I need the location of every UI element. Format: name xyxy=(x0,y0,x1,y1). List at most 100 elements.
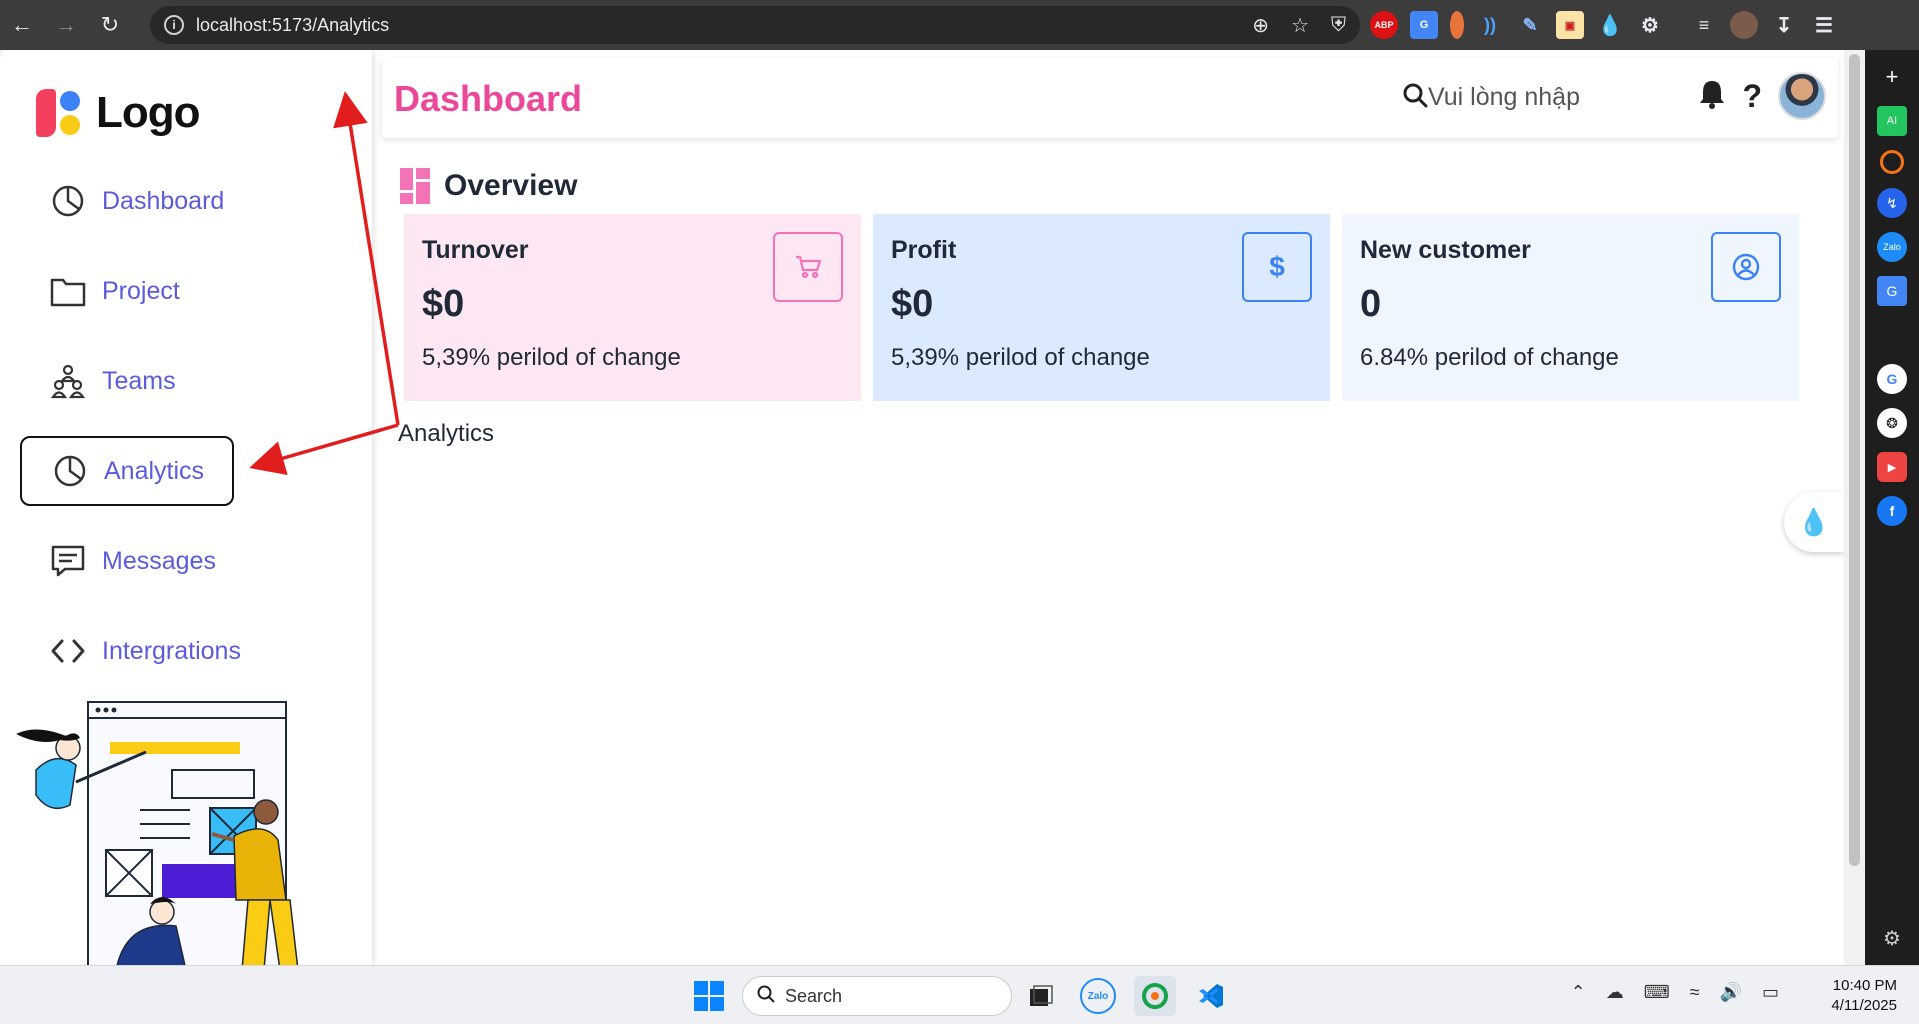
google-icon[interactable]: G xyxy=(1877,364,1907,394)
page-title: Dashboard xyxy=(394,78,583,119)
dashboard-grid-icon xyxy=(400,168,430,204)
extensions-puzzle-icon[interactable]: ⚙ xyxy=(1636,11,1664,39)
audio-extension-icon[interactable]: )) xyxy=(1476,11,1504,39)
wifi-icon[interactable]: ≈ xyxy=(1690,982,1700,1003)
water-drop-icon: 💧 xyxy=(1797,506,1831,537)
battery-icon[interactable]: ▭ xyxy=(1762,982,1779,1003)
search-box[interactable] xyxy=(1402,82,1648,113)
gear-icon[interactable]: ⚙ xyxy=(1877,923,1907,953)
pie-chart-icon xyxy=(50,183,86,219)
logo[interactable]: Logo xyxy=(36,88,201,138)
card-change: 5,39% perilod of change xyxy=(891,344,1150,371)
stat-cards: Turnover $0 5,39% perilod of change Prof… xyxy=(404,214,1799,401)
stat-card-new-customer: New customer 0 6.84% perilod of change xyxy=(1342,214,1799,401)
floating-assistant-button[interactable]: 💧 xyxy=(1784,492,1844,552)
sidebar-item-label: Intergrations xyxy=(102,636,241,665)
avatar[interactable] xyxy=(1778,72,1826,120)
sidebar-item-dashboard[interactable]: Dashboard xyxy=(20,166,234,236)
task-view-icon[interactable] xyxy=(1020,976,1062,1016)
add-icon[interactable]: + xyxy=(1877,62,1907,92)
page-scrollbar[interactable] xyxy=(1844,50,1865,965)
logo-text: Logo xyxy=(96,88,201,137)
dollar-icon[interactable]: $ xyxy=(1242,232,1312,302)
sidebar-item-label: Analytics xyxy=(104,456,205,485)
vscode-app-icon[interactable] xyxy=(1190,976,1232,1016)
analytics-section-label: Analytics xyxy=(398,420,495,447)
bell-icon[interactable] xyxy=(1698,79,1726,114)
chevron-up-icon[interactable]: ⌃ xyxy=(1571,982,1586,1003)
stat-card-turnover: Turnover $0 5,39% perilod of change xyxy=(404,214,861,401)
taskbar-search-label: Search xyxy=(785,985,843,1006)
help-icon[interactable]: ? xyxy=(1742,78,1762,115)
scrollbar-thumb[interactable] xyxy=(1849,54,1860,866)
sidebar-item-label: Dashboard xyxy=(102,186,225,215)
keyboard-icon[interactable]: ⌨ xyxy=(1644,982,1670,1003)
browser-side-panel: + AI ↯ Zalo G G ❂ ▶ f ⚙ xyxy=(1865,50,1919,965)
forward-icon[interactable]: → xyxy=(44,0,88,50)
search-input[interactable] xyxy=(1428,83,1648,112)
windows-taskbar: Search Zalo ⌃ ☁ ⌨ ≈ 🔊 ▭ 10:40 PM 4/11/20… xyxy=(0,965,1919,1024)
onedrive-icon[interactable]: ☁ xyxy=(1606,982,1624,1003)
zalo-app-icon[interactable]: Zalo xyxy=(1080,978,1116,1014)
user-circle-icon[interactable] xyxy=(1711,232,1781,302)
sidebar-item-label: Messages xyxy=(102,546,216,575)
overview-heading: Overview xyxy=(400,168,577,204)
team-icon xyxy=(50,363,86,399)
windows-start-icon[interactable] xyxy=(694,981,724,1011)
messenger-icon[interactable]: ↯ xyxy=(1877,188,1907,218)
translate-icon[interactable]: G xyxy=(1877,276,1907,306)
coccoc-app-icon[interactable] xyxy=(1134,976,1176,1016)
back-icon[interactable]: ← xyxy=(0,0,44,50)
blank-slot-icon xyxy=(1877,320,1907,350)
orange-target-icon[interactable] xyxy=(1880,150,1904,174)
sidebar-item-label: Teams xyxy=(102,366,176,395)
adblock-extension-icon[interactable]: ABP xyxy=(1370,11,1398,39)
sidebar: Logo Dashboard Project Teams Analytics M… xyxy=(0,50,372,965)
sidebar-item-teams[interactable]: Teams xyxy=(20,346,234,416)
stat-card-profit: Profit $0 5,39% perilod of change $ xyxy=(873,214,1330,401)
sidebar-item-messages[interactable]: Messages xyxy=(20,526,234,596)
clock-date: 4/11/2025 xyxy=(1831,997,1897,1014)
taskbar-search[interactable]: Search xyxy=(742,976,1012,1016)
eyedropper-extension-icon[interactable]: ✎ xyxy=(1516,11,1544,39)
sidebar-item-analytics[interactable]: Analytics xyxy=(20,436,234,506)
ai-chat-icon[interactable]: AI xyxy=(1877,106,1907,136)
logo-mark-icon xyxy=(36,89,84,137)
clock-time: 10:40 PM xyxy=(1832,977,1897,994)
sidebar-item-project[interactable]: Project xyxy=(20,256,234,326)
notes-extension-icon[interactable]: ▣ xyxy=(1556,11,1584,39)
taskbar-clock[interactable]: 10:40 PM 4/11/2025 xyxy=(1831,976,1897,1016)
capsule-extension-icon[interactable] xyxy=(1450,11,1464,39)
volume-icon[interactable]: 🔊 xyxy=(1720,982,1742,1003)
zoom-icon[interactable]: ⊕ xyxy=(1252,13,1269,38)
drop-extension-icon[interactable]: 💧 xyxy=(1596,11,1624,39)
site-info-icon[interactable]: i xyxy=(164,15,184,35)
system-tray: ⌃ ☁ ⌨ ≈ 🔊 ▭ xyxy=(1571,982,1779,1003)
sidebar-item-intergrations[interactable]: Intergrations xyxy=(20,616,241,686)
main-content: Dashboard ? Overview xyxy=(372,50,1844,965)
facebook-icon[interactable]: f xyxy=(1877,496,1907,526)
browser-toolbar: ← → ↻ i localhost:5173/Analytics ⊕ ☆ ⛨ A… xyxy=(0,0,1919,50)
top-header: Dashboard ? xyxy=(382,58,1838,138)
folder-icon xyxy=(50,273,86,309)
overview-title: Overview xyxy=(444,169,578,202)
search-icon[interactable] xyxy=(1402,82,1428,113)
cart-icon[interactable] xyxy=(773,232,843,302)
reload-icon[interactable]: ↻ xyxy=(88,0,132,50)
download-icon[interactable]: ↧ xyxy=(1770,11,1798,39)
zalo-icon[interactable]: Zalo xyxy=(1877,232,1907,262)
card-change: 6.84% perilod of change xyxy=(1360,344,1619,371)
search-icon xyxy=(757,985,775,1008)
url-text: localhost:5173/Analytics xyxy=(196,14,390,35)
reading-list-icon[interactable]: ≡ xyxy=(1690,11,1718,39)
profile-avatar-icon[interactable] xyxy=(1730,11,1758,39)
translate-extension-icon[interactable]: G xyxy=(1410,11,1438,39)
youtube-icon[interactable]: ▶ xyxy=(1877,452,1907,482)
address-bar[interactable]: i localhost:5173/Analytics ⊕ ☆ ⛨ xyxy=(150,6,1360,44)
browser-menu-icon[interactable]: ☰ xyxy=(1810,11,1838,39)
bookmark-star-icon[interactable]: ☆ xyxy=(1291,13,1309,38)
openai-icon[interactable]: ❂ xyxy=(1877,408,1907,438)
shield-icon[interactable]: ⛨ xyxy=(1331,14,1346,37)
code-icon xyxy=(50,633,86,669)
message-icon xyxy=(50,543,86,579)
